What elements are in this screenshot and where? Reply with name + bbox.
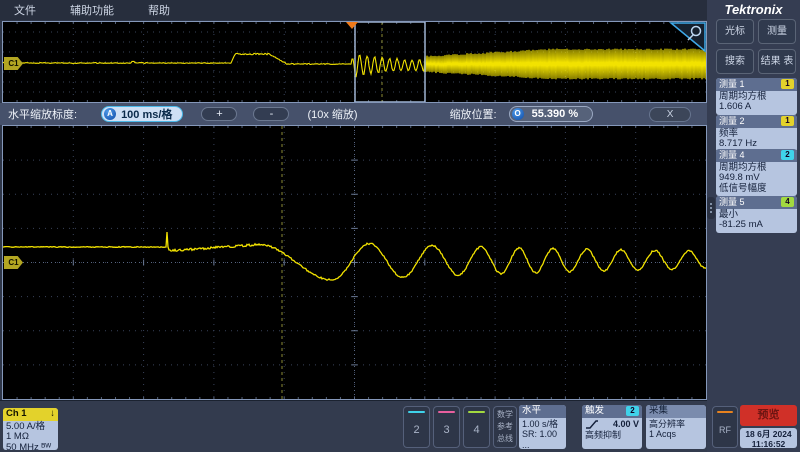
search-button[interactable]: 搜索 (716, 49, 754, 74)
horizontal-sample-rate: SR: 1.00 ... (522, 429, 563, 449)
measurement-4-badge[interactable]: 测量 4 2 周期均方根 949.8 mV 低信号幅度 (716, 149, 797, 196)
acquisition-badge[interactable]: 采集 高分辨率 1 Acqs (646, 405, 706, 449)
measurement-5-badge[interactable]: 测量 5 4 最小 -81.25 mA (716, 196, 797, 233)
measurement-4-title: 测量 4 (719, 150, 745, 161)
date-text: 18 6月 2024 (740, 429, 797, 439)
measurement-2-title: 测量 2 (719, 116, 745, 127)
zoom-position-label: 缩放位置: (450, 106, 497, 122)
measurement-5-title: 测量 5 (719, 197, 745, 208)
ch2-label: 2 (413, 413, 419, 447)
horizontal-scale: 1.00 s/格 (522, 419, 563, 430)
rf-button[interactable]: RF (712, 406, 738, 448)
ch4-label: 4 (473, 413, 479, 447)
measurement-2-value: 8.717 Hz (719, 139, 794, 150)
preview-button[interactable]: 预览 (740, 405, 797, 426)
knob-a-icon: A (104, 108, 116, 120)
ch1-badge[interactable]: Ch 1 ↓ 5.00 A/格 1 MΩ 50 MHz ᴮᵂ (3, 408, 58, 450)
ch2-button[interactable]: 2 (403, 406, 430, 448)
measurement-1-badge[interactable]: 测量 1 1 周期均方根 1.606 A (716, 78, 797, 115)
results-table-button[interactable]: 结果 表 (758, 49, 796, 74)
measurement-5-source-badge: 4 (781, 197, 794, 207)
trigger-level: 4.00 V (602, 419, 639, 430)
rf-label: RF (719, 413, 731, 447)
zoom-plot[interactable]: C1 (2, 125, 707, 400)
overview-plot[interactable]: C1 (2, 21, 707, 103)
knob-o-icon: O (512, 108, 524, 120)
ch4-button[interactable]: 4 (463, 406, 490, 448)
ref-label: 参考 (494, 421, 516, 433)
zoom-waveform-svg[interactable] (3, 126, 706, 399)
measurement-4-value: 949.8 mV (719, 173, 794, 184)
rising-edge-icon (585, 419, 599, 430)
math-label: 数学 (494, 409, 516, 421)
zoom-scale-label: 水平缩放标度: (8, 106, 77, 122)
zoom-control-bar: 水平缩放标度: A 100 ms/格 + - (10x 缩放) 缩放位置: O … (0, 103, 707, 125)
trigger-badge[interactable]: 触发 2 4.00 V 高频抑制 (582, 405, 642, 449)
sidebar-drag-handle[interactable] (707, 197, 715, 219)
trigger-title: 触发 (585, 406, 604, 417)
measurement-5-value: -81.25 mA (719, 220, 794, 231)
horizontal-title: 水平 (522, 406, 541, 417)
measurement-1-value: 1.606 A (719, 102, 794, 113)
tektronix-logo: Tektronix (707, 2, 800, 17)
ch1-bandwidth: 50 MHz ᴮᵂ (6, 443, 55, 451)
trigger-mode: 高频抑制 (585, 430, 639, 441)
time-text: 11:16:52 (740, 439, 797, 449)
ch1-title: Ch 1 (6, 409, 27, 420)
acquisition-mode: 高分辨率 (649, 419, 703, 430)
menu-help[interactable]: 帮助 (148, 2, 170, 18)
menu-bar: 文件 辅助功能 帮助 (0, 0, 707, 20)
ch1-offset-arrow-icon: ↓ (50, 409, 55, 420)
acquisition-title: 采集 (649, 406, 668, 417)
ch3-label: 3 (443, 413, 449, 447)
cursors-button[interactable]: 光标 (716, 19, 754, 44)
measurement-1-source-badge: 1 (781, 79, 794, 89)
measurement-4-source-badge: 2 (781, 150, 794, 160)
results-sidebar: Tektronix 光标 测量 搜索 结果 表 测量 1 1 周期均方根 1.6… (707, 0, 800, 452)
zoom-scale-control[interactable]: A 100 ms/格 (101, 106, 183, 122)
measurement-2-source-badge: 1 (781, 116, 794, 126)
bus-label: 总线 (494, 433, 516, 445)
measurement-4-note: 低信号幅度 (719, 184, 794, 195)
acquisition-count: 1 Acqs (649, 429, 703, 440)
ch3-button[interactable]: 3 (433, 406, 460, 448)
bottom-settings-bar: Ch 1 ↓ 5.00 A/格 1 MΩ 50 MHz ᴮᵂ 2 3 4 数学 … (0, 400, 708, 452)
datetime-badge: 18 6月 2024 11:16:52 (740, 428, 797, 448)
measurement-2-badge[interactable]: 测量 2 1 频率 8.717 Hz (716, 115, 797, 152)
zoom-factor-label: (10x 缩放) (307, 106, 357, 122)
trigger-source-badge: 2 (626, 406, 639, 416)
measurement-1-title: 测量 1 (719, 79, 745, 90)
oscilloscope-screen: { "brand": "Tektronix", "menu": { "items… (0, 0, 800, 452)
menu-utility[interactable]: 辅助功能 (70, 2, 114, 18)
math-ref-bus-button[interactable]: 数学 参考 总线 (493, 406, 517, 448)
ch1-impedance: 1 MΩ (6, 432, 55, 443)
zoom-out-button[interactable]: - (253, 107, 289, 121)
zoom-in-button[interactable]: + (201, 107, 237, 121)
zoom-scale-value: 100 ms/格 (121, 106, 172, 122)
horizontal-badge[interactable]: 水平 1.00 s/格 SR: 1.00 ... RL: 10 Mpts (519, 405, 566, 449)
measure-button[interactable]: 测量 (758, 19, 796, 44)
overview-waveform-svg[interactable] (3, 22, 706, 102)
zoom-position-control[interactable]: O 55.390 % (509, 106, 593, 122)
zoom-position-value: 55.390 % (532, 108, 578, 120)
menu-file[interactable]: 文件 (14, 2, 36, 18)
zoom-close-button[interactable]: X (649, 107, 691, 122)
